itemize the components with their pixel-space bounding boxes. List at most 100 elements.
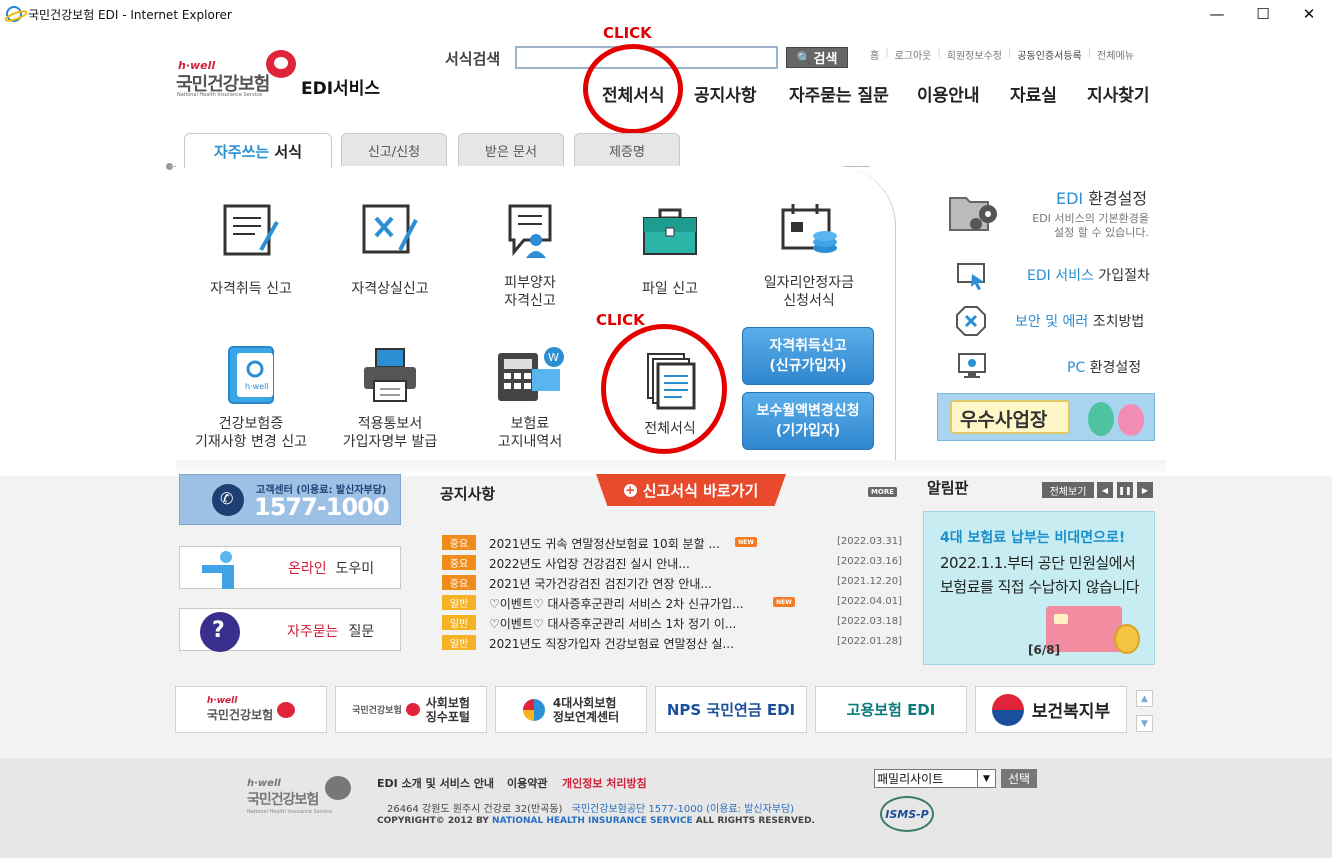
alarm-prev-button[interactable]: ◀ xyxy=(1097,482,1113,498)
family-site-select[interactable]: 패밀리사이트 ▼ xyxy=(874,769,996,788)
best-workplace-banner[interactable]: 우수사업장 xyxy=(937,393,1155,441)
partner-employment[interactable]: 고용보험 EDI xyxy=(815,686,967,733)
gnb-notice[interactable]: 공지사항 xyxy=(694,81,757,106)
online-helper-button[interactable]: 온라인 도우미 xyxy=(179,546,401,589)
env-desc-line1: EDI 서비스의 기본환경을 xyxy=(1032,212,1149,225)
gnb-guide[interactable]: 이용안내 xyxy=(917,81,980,106)
gnb-library[interactable]: 자료실 xyxy=(1010,81,1057,106)
form-item-notice-print[interactable]: 적용통보서 가입자명부 발급 xyxy=(325,345,455,451)
click-annotation-label: CLICK xyxy=(603,24,652,42)
acquisition-new-button[interactable]: 자격취득신고 (신규가입자) xyxy=(742,327,874,385)
form-item-card-change[interactable]: h·well 건강보험증 기재사항 변경 신고 xyxy=(186,345,316,451)
heart-logo-icon xyxy=(405,703,420,716)
partner-collection-portal[interactable]: 국민건강보험 사회보험 징수포털 xyxy=(335,686,487,733)
search-icon: 🔍 xyxy=(796,50,812,65)
footer-link-terms[interactable]: 이용약관 xyxy=(507,775,547,791)
notice-more-button[interactable]: MORE xyxy=(868,487,897,497)
isms-badge: ISMS-P xyxy=(880,796,934,832)
minimize-button[interactable]: — xyxy=(1194,2,1240,26)
alarm-page: [6/8] xyxy=(1028,643,1061,657)
internet-explorer-icon xyxy=(6,6,22,22)
logo-sub-text: National Health Insurance Service xyxy=(177,92,263,98)
notice-text: 2022년도 사업장 건강검진 실시 안내... xyxy=(489,557,690,571)
util-link-allmenu[interactable]: 전체메뉴 xyxy=(1091,47,1140,62)
partner-nhis-mini: 국민건강보험 xyxy=(352,706,402,716)
security-error-link[interactable]: 보안 및 에러 조치방법 xyxy=(1015,311,1144,331)
footer-logo-hwell: h·well xyxy=(247,778,281,789)
env-settings-link[interactable]: EDI 환경설정 xyxy=(1056,185,1147,209)
faq-button[interactable]: ? 자주묻는 질문 xyxy=(179,608,401,652)
edi-join-link[interactable]: EDI 서비스 가입절차 xyxy=(1027,265,1150,285)
notice-text: 2021년도 직장가입자 건강보험료 연말정산 실... xyxy=(489,637,734,651)
form-item-file[interactable]: 파일 신고 xyxy=(605,200,735,298)
footer-link-intro[interactable]: EDI 소개 및 서비스 안내 xyxy=(377,775,494,791)
red-annotation-circle xyxy=(583,44,683,134)
phone-icon: ✆ xyxy=(212,484,244,516)
form-item-premium-notice[interactable]: W 보험료 고지내역서 xyxy=(465,345,595,451)
tab-certificate[interactable]: 제증명 xyxy=(574,133,680,166)
question-icon: ? xyxy=(200,612,240,652)
partner-nps[interactable]: NPS 국민연금 EDI xyxy=(655,686,807,733)
notice-row[interactable]: 중요 2022년도 사업장 건강검진 실시 안내... [2022.03.16] xyxy=(442,554,902,572)
pc-monitor-icon xyxy=(958,353,986,378)
tab-report[interactable]: 신고/신청 xyxy=(341,133,447,166)
shortcut-label: 신고서식 바로가기 xyxy=(642,481,759,500)
notice-text: ♡이벤트♡ 대사증후군관리 서비스 2차 신규가입... xyxy=(489,597,744,611)
partner-scroll-up-button[interactable]: ▲ xyxy=(1136,690,1153,707)
gnb-faq[interactable]: 자주묻는 질문 xyxy=(789,81,889,106)
notice-row[interactable]: 일반 ♡이벤트♡ 대사증후군관리 서비스 2차 신규가입... NEW [202… xyxy=(442,594,902,612)
search-button[interactable]: 🔍 검색 xyxy=(786,47,848,68)
partner-mohw[interactable]: 보건복지부 xyxy=(975,686,1127,733)
notice-date: [2021.12.20] xyxy=(836,576,902,587)
btn-line2: (기가입자) xyxy=(775,423,841,439)
notice-row[interactable]: 중요 2021년도 귀속 연말정산보험료 10회 분할 ... NEW [202… xyxy=(442,534,902,552)
security-rest: 조치방법 xyxy=(1088,314,1145,330)
pc-blue: PC xyxy=(1067,360,1086,376)
footer-logo-main: 국민건강보험 xyxy=(247,792,319,808)
maximize-button[interactable]: ☐ xyxy=(1240,2,1286,26)
form-label: 적용통보서 xyxy=(357,416,423,432)
notice-date: [2022.03.18] xyxy=(836,616,902,627)
notice-row[interactable]: 중요 2021년 국가건강검진 검진기간 연장 안내... [2021.12.2… xyxy=(442,574,902,592)
tab-frequent-forms[interactable]: 자주쓰는 서식 xyxy=(184,133,332,168)
util-link-cert[interactable]: 공동인증서등록 xyxy=(1011,47,1087,62)
close-button[interactable]: ✕ xyxy=(1286,2,1332,26)
calculator-won-icon: W xyxy=(498,347,564,401)
gnb-branch[interactable]: 지사찾기 xyxy=(1087,81,1150,106)
alarm-next-button[interactable]: ▶ xyxy=(1137,482,1153,498)
partner-nhis[interactable]: h·well 국민건강보험 xyxy=(175,686,327,733)
copyright-org: NATIONAL HEALTH INSURANCE SERVICE xyxy=(492,816,693,826)
faq-red: 자주묻는 xyxy=(287,624,339,640)
notice-row[interactable]: 일반 ♡이벤트♡ 대사증후군관리 서비스 1차 정기 이... [2022.03… xyxy=(442,614,902,632)
form-label: 보험료 xyxy=(510,416,550,432)
util-link-logout[interactable]: 로그아웃 xyxy=(889,47,938,62)
document-x-icon xyxy=(362,204,418,254)
form-item-loss[interactable]: 자격상실신고 xyxy=(325,200,455,298)
alarm-slide[interactable]: 4대 보험료 납부는 비대면으로! 2022.1.1.부터 공단 민원실에서 보… xyxy=(923,511,1155,665)
notice-row[interactable]: 일반 2021년도 직장가입자 건강보험료 연말정산 실... [2022.01… xyxy=(442,634,902,652)
util-link-home[interactable]: 홈 xyxy=(864,47,885,62)
form-item-dependent[interactable]: 피부양자 자격신고 xyxy=(465,200,595,310)
partner-scroll-down-button[interactable]: ▼ xyxy=(1136,715,1153,732)
salary-change-button[interactable]: 보수월액변경신청 (기가입자) xyxy=(742,392,874,450)
alarm-view-all-button[interactable]: 전체보기 xyxy=(1042,482,1094,498)
chevron-down-icon: ▼ xyxy=(977,770,995,787)
form-item-job-fund[interactable]: 일자리안정자금 신청서식 xyxy=(744,200,874,310)
folder-gear-icon xyxy=(949,197,997,231)
pc-settings-link[interactable]: PC 환경설정 xyxy=(1067,357,1141,377)
alarm-title: 알림판 xyxy=(927,479,969,497)
env-description: EDI 서비스의 기본환경을 설정 할 수 있습니다. xyxy=(1030,212,1149,240)
footer-link-privacy[interactable]: 개인정보 처리방침 xyxy=(562,775,647,791)
tab-received[interactable]: 받은 문서 xyxy=(458,133,564,166)
util-link-profile[interactable]: 회원정보수정 xyxy=(941,47,1008,62)
form-item-acquisition[interactable]: 자격취득 신고 xyxy=(186,200,316,298)
alarm-pause-button[interactable]: ❚❚ xyxy=(1117,482,1133,498)
family-site-select-button[interactable]: 선택 xyxy=(1001,769,1037,788)
notice-title: 공지사항 xyxy=(440,485,496,503)
customer-center-box: ✆ 고객센터 (이용료: 발신자부담) 1577-1000 xyxy=(179,474,401,525)
form-shortcut-button[interactable]: + 신고서식 바로가기 xyxy=(596,474,786,506)
env-title-blue: EDI xyxy=(1056,189,1084,208)
svg-text:W: W xyxy=(548,351,559,364)
partner-4insure[interactable]: 4대사회보험 정보연계센터 xyxy=(495,686,647,733)
notice-text: 2021년도 귀속 연말정산보험료 10회 분할 ... xyxy=(489,537,720,551)
